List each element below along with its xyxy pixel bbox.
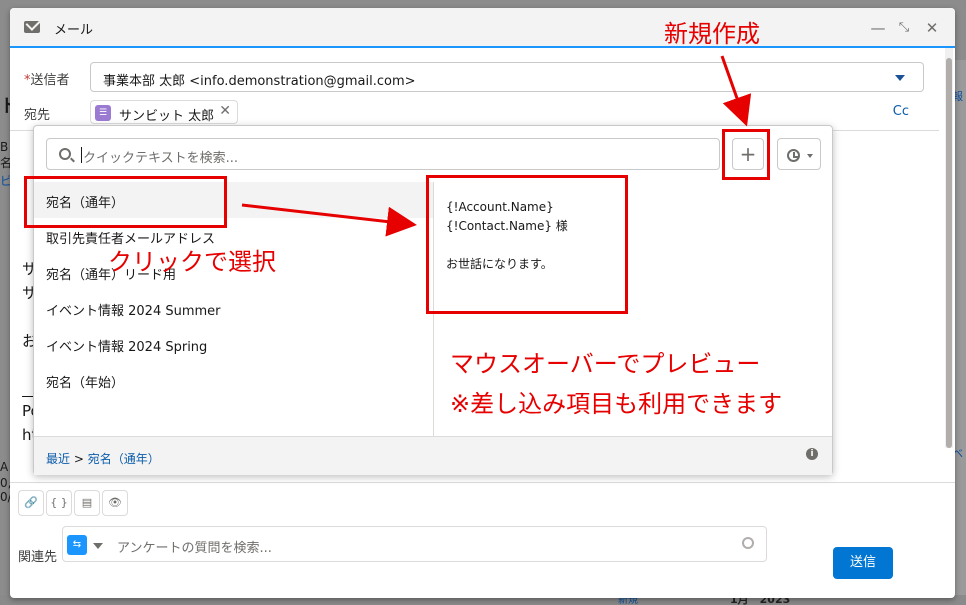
clock-icon xyxy=(787,149,800,162)
remove-recipient-icon[interactable]: ✕ xyxy=(219,103,231,119)
annotation-click: クリックで選択 xyxy=(108,248,276,276)
attach-icon[interactable]: 🔗 xyxy=(18,490,44,516)
search-placeholder: クイックテキストを検索... xyxy=(83,151,239,166)
annotation-hover: マウスオーバーでプレビュー xyxy=(450,350,761,378)
breadcrumb-root[interactable]: 最近 xyxy=(46,452,70,466)
text-cursor xyxy=(81,147,82,163)
quick-text-footer: 最近 > 宛名（通年） i xyxy=(34,436,832,475)
template-icon[interactable]: ▤ xyxy=(74,490,100,516)
related-lookup[interactable]: ⇆ アンケートの質問を検索... xyxy=(62,526,767,562)
highlight-selected-item xyxy=(24,176,227,228)
related-search-input[interactable]: アンケートの質問を検索... xyxy=(117,537,272,556)
bg-fragment: B xyxy=(0,140,9,154)
breadcrumb-current[interactable]: 宛名（通年） xyxy=(88,452,160,466)
email-header: メール — ⤡ ✕ xyxy=(10,8,955,48)
pop-out-icon[interactable]: ⤡ xyxy=(894,18,914,38)
quick-text-item[interactable]: イベント情報 2024 Spring xyxy=(34,326,433,362)
email-title: メール xyxy=(54,23,94,38)
divider xyxy=(10,482,955,483)
quick-text-search-input[interactable]: クイックテキストを検索... xyxy=(46,138,720,170)
recent-dropdown-button[interactable] xyxy=(777,138,821,170)
composer-toolbar: 🔗 { } ▤ 👁 xyxy=(18,490,130,518)
scrollbar-thumb[interactable] xyxy=(946,58,952,448)
bg-fragment: A xyxy=(0,460,9,474)
to-recipient-name: サンビット 太郎 xyxy=(119,109,215,124)
quick-text-item[interactable]: イベント情報 2024 Summer xyxy=(34,290,433,326)
survey-question-icon[interactable]: ⇆ xyxy=(67,535,87,555)
chevron-down-icon xyxy=(895,75,905,81)
highlight-new-button xyxy=(722,129,770,180)
from-label: *送信者 xyxy=(24,73,70,88)
background-left-edge: ト B 名 ビ A 0, 0/ xyxy=(0,80,18,600)
body-scrollbar[interactable] xyxy=(945,48,953,448)
annotation-merge-note: ※差し込み項目も利用できます xyxy=(450,390,783,418)
merge-field-icon[interactable]: { } xyxy=(46,490,72,516)
minimize-icon[interactable]: — xyxy=(868,18,888,38)
breadcrumb: 最近 > 宛名（通年） xyxy=(46,450,160,467)
related-label: 関連先 xyxy=(18,550,58,565)
cc-link[interactable]: Cc xyxy=(893,104,909,119)
search-icon xyxy=(59,148,71,160)
highlight-preview xyxy=(426,175,628,314)
breadcrumb-separator: > xyxy=(73,452,84,466)
from-value: 事業本部 太郎 <info.demonstration@gmail.com> xyxy=(103,74,416,89)
annotation-new: 新規作成 xyxy=(664,20,760,48)
search-icon xyxy=(742,537,754,549)
to-label: 宛先 xyxy=(24,108,51,123)
quick-text-item[interactable]: 宛名（年始） xyxy=(34,362,433,398)
close-icon[interactable]: ✕ xyxy=(922,18,942,38)
from-select[interactable]: 事業本部 太郎 <info.demonstration@gmail.com> xyxy=(90,62,924,92)
info-icon[interactable]: i xyxy=(806,448,818,460)
chevron-down-icon xyxy=(807,154,813,158)
send-button[interactable]: 送信 xyxy=(833,547,893,579)
contact-icon: ☰ xyxy=(95,105,111,121)
envelope-icon xyxy=(24,21,40,33)
preview-icon[interactable]: 👁 xyxy=(102,490,128,516)
chevron-down-icon[interactable] xyxy=(93,543,103,549)
to-recipient-pill[interactable]: ☰ サンビット 太郎 ✕ xyxy=(90,100,238,124)
